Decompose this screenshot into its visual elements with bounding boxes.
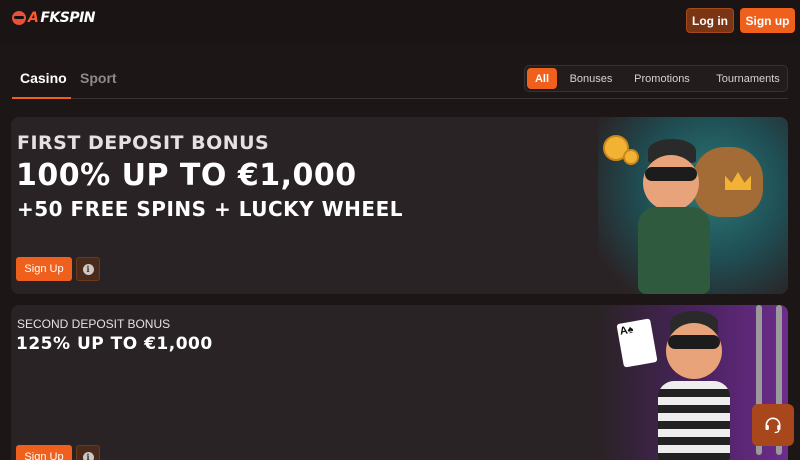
promo-card-second-deposit: A♠ SECOND DEPOSIT BONUS 125% UP TO €1,00… bbox=[11, 305, 788, 460]
eye-mask-icon bbox=[668, 335, 720, 349]
tabs-divider bbox=[12, 98, 788, 99]
promo-info-button[interactable]: i bbox=[76, 257, 100, 281]
promo-subtitle: +50 FREE SPINS + LUCKY WHEEL bbox=[17, 197, 403, 221]
promo-signup-button[interactable]: Sign Up bbox=[16, 445, 72, 460]
active-tab-indicator bbox=[12, 97, 71, 99]
robber-mascot-illustration bbox=[598, 117, 788, 294]
promo-eyebrow: SECOND DEPOSIT BONUS bbox=[17, 317, 171, 331]
promo-card-first-deposit: FIRST DEPOSIT BONUS 100% UP TO €1,000 +5… bbox=[11, 117, 788, 294]
promo-title: 125% UP TO €1,000 bbox=[16, 334, 213, 354]
top-bar: A FKSPIN Log in Sign up bbox=[0, 0, 800, 44]
tab-sport[interactable]: Sport bbox=[80, 70, 117, 86]
tab-casino[interactable]: Casino bbox=[20, 70, 67, 86]
support-chat-button[interactable] bbox=[752, 404, 794, 446]
filter-group: All Bonuses Promotions Tournaments bbox=[524, 65, 788, 92]
promo-eyebrow: FIRST DEPOSIT BONUS bbox=[17, 132, 270, 154]
robber-face-icon bbox=[643, 155, 699, 211]
striped-shirt-icon bbox=[658, 381, 730, 460]
signup-button[interactable]: Sign up bbox=[740, 8, 795, 33]
robber-face-icon bbox=[666, 323, 722, 379]
logo-text: FKSPIN bbox=[40, 10, 96, 26]
filter-promotions[interactable]: Promotions bbox=[629, 66, 695, 91]
filter-all[interactable]: All bbox=[527, 68, 557, 89]
filter-tournaments[interactable]: Tournaments bbox=[709, 66, 787, 91]
promo-signup-button[interactable]: Sign Up bbox=[16, 257, 72, 281]
eye-mask-icon bbox=[645, 167, 697, 181]
ace-of-spades-icon: A♠ bbox=[616, 318, 658, 368]
coin-icon bbox=[623, 149, 639, 165]
info-icon: i bbox=[82, 451, 94, 460]
promo-info-button[interactable]: i bbox=[76, 445, 100, 460]
info-icon: i bbox=[82, 263, 94, 275]
logo-prefix: A bbox=[28, 10, 39, 26]
afkspin-logo[interactable]: A FKSPIN bbox=[12, 10, 96, 26]
headset-icon bbox=[765, 417, 781, 434]
logo-mascot-icon bbox=[12, 11, 26, 25]
filter-bonuses[interactable]: Bonuses bbox=[565, 66, 617, 91]
promotions-nav: Casino Sport All Bonuses Promotions Tour… bbox=[0, 44, 800, 104]
robber-body-icon bbox=[638, 207, 710, 294]
promo-title: 100% UP TO €1,000 bbox=[16, 158, 357, 193]
login-button[interactable]: Log in bbox=[686, 8, 734, 33]
